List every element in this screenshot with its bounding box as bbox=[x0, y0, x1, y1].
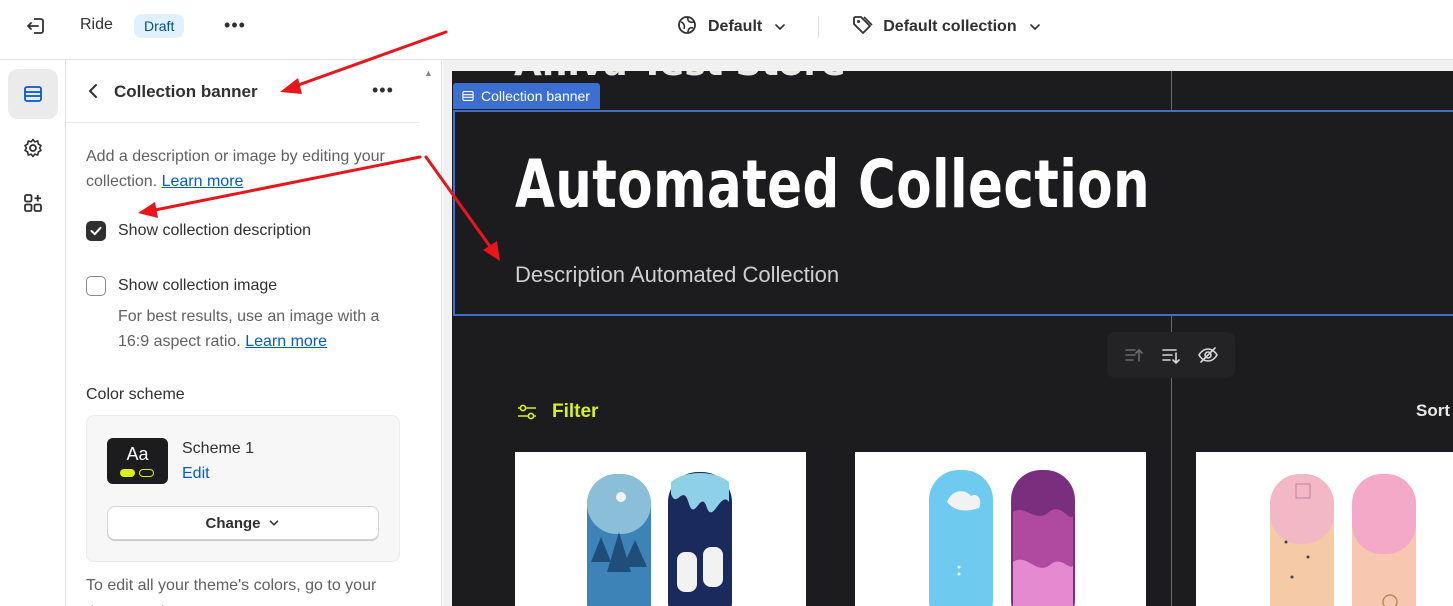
scheme-swatch: Aa bbox=[107, 438, 168, 484]
storefront-preview: Ahiva Test Store Automated Collection De… bbox=[452, 71, 1453, 606]
theme-more-button[interactable]: ••• bbox=[222, 12, 248, 38]
collection-banner-section[interactable]: Automated Collection Description Automat… bbox=[453, 110, 1453, 316]
apps-rail-button[interactable] bbox=[8, 178, 58, 228]
show-description-checkbox[interactable] bbox=[86, 221, 106, 241]
section-tag-label: Collection banner bbox=[481, 88, 590, 104]
template-label: Default collection bbox=[883, 18, 1017, 35]
preset-label: Default bbox=[708, 18, 763, 35]
show-description-label: Show collection description bbox=[118, 222, 311, 239]
product-image bbox=[1270, 474, 1416, 606]
color-scheme-label: Color scheme bbox=[86, 386, 185, 403]
panel-header: Collection banner ••• bbox=[66, 60, 420, 123]
change-label: Change bbox=[205, 514, 261, 532]
section-settings-panel: Collection banner ••• ▲ Add a descriptio… bbox=[66, 60, 442, 606]
hide-icon[interactable] bbox=[1197, 344, 1219, 366]
theme-name: Ride bbox=[80, 16, 113, 33]
show-image-option[interactable]: Show collection image bbox=[86, 276, 277, 296]
scheme-edit-link[interactable]: Edit bbox=[182, 465, 210, 483]
chevron-down-icon bbox=[1029, 24, 1040, 31]
image-learn-more-link[interactable]: Learn more bbox=[245, 333, 327, 350]
sections-rail-button[interactable] bbox=[8, 69, 58, 119]
section-toolbar bbox=[1107, 332, 1235, 378]
panel-more-button[interactable]: ••• bbox=[372, 80, 394, 101]
product-image bbox=[587, 472, 732, 606]
swatch-text: Aa bbox=[126, 444, 149, 464]
product-card[interactable] bbox=[855, 452, 1146, 606]
chevron-down-icon bbox=[775, 24, 786, 31]
panel-description: Add a description or image by editing yo… bbox=[86, 144, 386, 194]
editor-rail bbox=[0, 60, 66, 606]
sort-button[interactable]: Sort bbox=[1416, 401, 1450, 421]
change-scheme-button[interactable]: Change bbox=[107, 506, 379, 540]
back-arrow-icon[interactable] bbox=[84, 81, 104, 101]
section-tag[interactable]: Collection banner bbox=[453, 83, 600, 109]
gear-icon bbox=[24, 138, 42, 158]
exit-icon[interactable] bbox=[22, 14, 50, 38]
filter-icon bbox=[518, 404, 536, 420]
template-selector[interactable]: Default collection bbox=[851, 14, 1042, 41]
product-card[interactable] bbox=[1196, 452, 1453, 606]
tag-icon bbox=[851, 14, 873, 41]
globe-icon bbox=[676, 14, 698, 41]
top-bar: Ride Draft ••• Default Default collectio… bbox=[0, 0, 1453, 60]
sections-icon bbox=[462, 90, 474, 102]
product-card[interactable] bbox=[515, 452, 806, 606]
theme-colors-note: To edit all your theme's colors, go to y… bbox=[86, 577, 377, 606]
divider bbox=[818, 16, 820, 38]
banner-description: Description Automated Collection bbox=[515, 262, 840, 287]
image-hint: For best results, use an image with a 16… bbox=[118, 304, 408, 354]
settings-rail-button[interactable] bbox=[8, 123, 58, 173]
sections-icon bbox=[24, 86, 42, 102]
status-badge: Draft bbox=[134, 14, 185, 38]
move-down-icon[interactable] bbox=[1160, 344, 1182, 366]
product-image bbox=[929, 470, 1075, 606]
scheme-name: Scheme 1 bbox=[182, 440, 255, 457]
chevron-down-icon bbox=[269, 520, 278, 526]
panel-title: Collection banner bbox=[114, 82, 258, 101]
banner-title: Automated Collection bbox=[515, 146, 1151, 223]
filter-button[interactable]: Filter bbox=[516, 401, 598, 423]
checkmark-icon bbox=[90, 226, 102, 236]
swatch-primary-pill bbox=[120, 469, 135, 477]
preset-selector[interactable]: Default bbox=[676, 14, 788, 41]
color-scheme-card: Aa Scheme 1 Edit Change bbox=[86, 415, 400, 562]
filter-label: Filter bbox=[552, 401, 599, 422]
top-center-controls: Default Default collection bbox=[676, 14, 1043, 40]
swatch-secondary-pill bbox=[139, 469, 154, 477]
show-description-option[interactable]: Show collection description bbox=[86, 221, 311, 241]
move-up-icon[interactable] bbox=[1123, 344, 1145, 366]
show-image-label: Show collection image bbox=[118, 277, 278, 294]
show-image-checkbox[interactable] bbox=[86, 276, 106, 296]
learn-more-link[interactable]: Learn more bbox=[162, 173, 244, 190]
apps-icon bbox=[24, 194, 42, 212]
scroll-up-icon[interactable]: ▲ bbox=[424, 68, 433, 78]
